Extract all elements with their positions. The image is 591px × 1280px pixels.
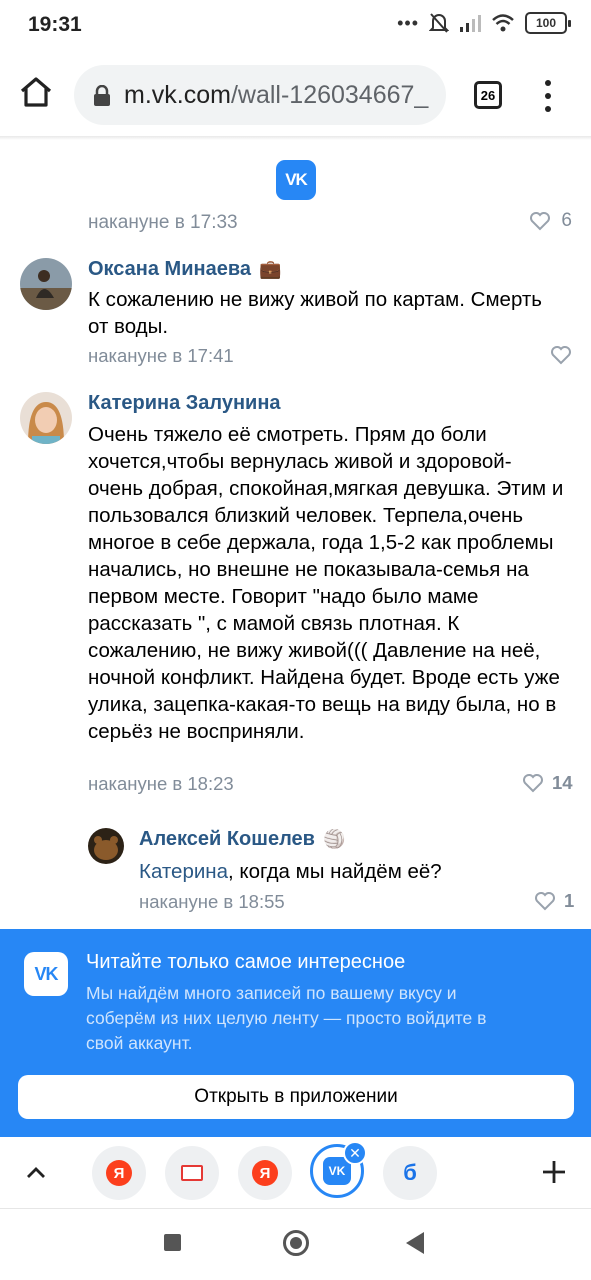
- browser-tab-bar: Я Я VK ✕ б: [0, 1137, 591, 1209]
- vk-logo: VK: [24, 952, 68, 996]
- signal-icon: [460, 15, 481, 32]
- like-button[interactable]: 6: [529, 210, 572, 232]
- author-name[interactable]: Оксана Минаева: [88, 258, 251, 281]
- tab-news[interactable]: [165, 1146, 219, 1200]
- comment-text: К сожалению не вижу живой по картам. Сме…: [88, 288, 542, 338]
- chevron-up-icon[interactable]: [24, 1161, 48, 1185]
- overflow-menu-icon[interactable]: [540, 80, 556, 112]
- vk-logo[interactable]: VK: [276, 160, 316, 200]
- system-nav-bar: [0, 1210, 591, 1280]
- avatar[interactable]: [20, 392, 72, 444]
- app-promo-banner: VK Читайте только самое интересное Мы на…: [0, 929, 591, 1137]
- like-count: 14: [552, 772, 573, 793]
- like-button[interactable]: [550, 345, 572, 365]
- reply-comment: Алексей Кошелев 🏐 Катерина, когда мы най…: [0, 826, 591, 922]
- home-icon[interactable]: [18, 74, 54, 110]
- volleyball-icon: 🏐: [322, 829, 346, 849]
- comment: Катерина Залунина Очень тяжело её смотре…: [0, 390, 591, 810]
- comment: Оксана Минаева 💼 К сожалению не вижу жив…: [0, 254, 591, 374]
- briefcase-icon: 💼: [259, 259, 282, 279]
- heart-icon: [523, 774, 543, 793]
- comment-time[interactable]: накануне в 17:41: [88, 345, 234, 367]
- status-bar: 19:31 ••• 100: [0, 0, 591, 50]
- yandex-icon: Я: [106, 1160, 132, 1186]
- avatar[interactable]: [20, 258, 72, 310]
- comment-time[interactable]: накануне в 18:55: [139, 891, 285, 913]
- bell-muted-icon: [429, 13, 449, 33]
- like-count: 6: [561, 210, 572, 231]
- comment-text: Очень тяжело её смотреть. Прям до боли х…: [88, 423, 564, 743]
- tab-yandex-2[interactable]: Я: [238, 1146, 292, 1200]
- battery-icon: 100: [525, 12, 571, 34]
- avatar[interactable]: [88, 828, 124, 864]
- toolbar-shadow: [0, 136, 591, 140]
- tab-switcher-button[interactable]: 26: [474, 81, 502, 109]
- status-time: 19:31: [28, 13, 82, 36]
- url-path: /wall-126034667_: [230, 81, 429, 109]
- url-domain: m.vk.com: [124, 81, 231, 109]
- promo-text: Мы найдём много записей по вашему вкусу …: [86, 983, 487, 1053]
- mention-link[interactable]: Катерина: [139, 860, 228, 883]
- author-name[interactable]: Катерина Залунина: [88, 392, 281, 415]
- wifi-icon: [492, 14, 514, 32]
- partial-comment-meta: накануне в 17:33 6: [88, 208, 578, 234]
- plus-icon[interactable]: [541, 1159, 567, 1185]
- tab-b[interactable]: б: [383, 1146, 437, 1200]
- address-bar[interactable]: m.vk.com/wall-126034667_: [74, 65, 446, 125]
- tab-vk-active[interactable]: VK ✕: [310, 1141, 367, 1198]
- b-icon: б: [403, 1160, 417, 1185]
- close-tab-icon[interactable]: ✕: [343, 1141, 367, 1165]
- comment-time: накануне в 17:33: [88, 212, 238, 233]
- back-button[interactable]: [406, 1232, 424, 1254]
- screen: 19:31 ••• 100 m.vk.com/wall-126034667_ 2…: [0, 0, 591, 1280]
- more-dots-icon: •••: [397, 12, 419, 33]
- comment-author[interactable]: Катерина Залунина: [88, 392, 281, 415]
- news-icon: [181, 1165, 203, 1181]
- lock-icon: [94, 85, 110, 106]
- open-in-app-button[interactable]: Открыть в приложении: [18, 1075, 574, 1119]
- promo-title: Читайте только самое интересное: [86, 951, 406, 973]
- comment-text: Катерина, когда мы найдём её?: [139, 858, 569, 885]
- home-button[interactable]: [283, 1230, 309, 1256]
- like-count: 1: [564, 890, 575, 911]
- heart-icon: [530, 212, 551, 231]
- comment-author[interactable]: Алексей Кошелев 🏐: [139, 828, 345, 851]
- recents-button[interactable]: [164, 1234, 181, 1251]
- like-button[interactable]: 14: [522, 772, 573, 794]
- url-text: m.vk.com/wall-126034667_: [124, 81, 428, 110]
- heart-icon: [535, 892, 555, 911]
- comment-time[interactable]: накануне в 18:23: [88, 773, 234, 795]
- heart-icon: [551, 346, 571, 365]
- tab-yandex[interactable]: Я: [92, 1146, 146, 1200]
- browser-toolbar: m.vk.com/wall-126034667_ 26: [0, 54, 591, 136]
- status-icons: ••• 100: [397, 12, 571, 34]
- like-button[interactable]: 1: [534, 890, 574, 912]
- yandex-icon: Я: [252, 1160, 278, 1186]
- comment-author[interactable]: Оксана Минаева 💼: [88, 258, 281, 281]
- author-name[interactable]: Алексей Кошелев: [139, 828, 315, 851]
- reply-text: , когда мы найдём её?: [228, 860, 442, 883]
